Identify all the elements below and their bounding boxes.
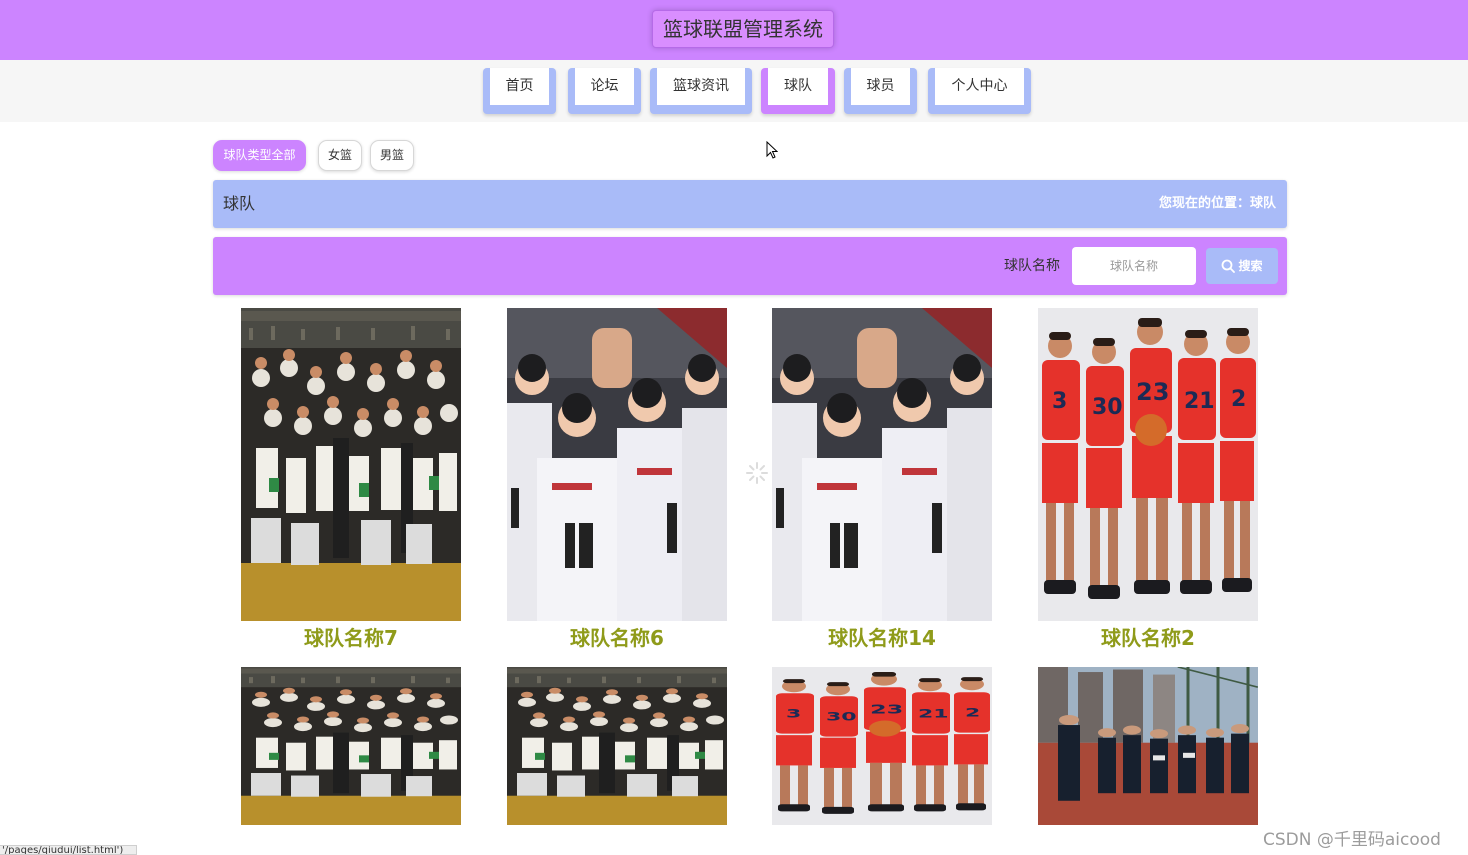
team-name[interactable]: 球队名称6	[507, 622, 727, 651]
team-photo[interactable]	[241, 308, 461, 621]
team-name[interactable]: 球队名称2	[1038, 622, 1258, 651]
nav-item-label: 篮球资讯	[657, 68, 745, 105]
top-header: 篮球联盟管理系统	[0, 0, 1468, 60]
breadcrumb-location: 您现在的位置：球队	[1158, 196, 1276, 211]
team-name[interactable]: 球队名称14	[772, 622, 992, 651]
search-label: 球队名称	[1004, 258, 1060, 274]
site-title: 篮球联盟管理系统	[652, 10, 834, 48]
nav-item-label: 个人中心	[935, 68, 1024, 105]
nav-item-label: 首页	[490, 68, 549, 105]
nav-item-home[interactable]: 首页	[483, 68, 556, 114]
page-title: 球队	[223, 194, 256, 213]
nav-item-forum[interactable]: 论坛	[568, 68, 641, 114]
nav-item-news[interactable]: 篮球资讯	[650, 68, 752, 114]
nav-item-label: 论坛	[575, 68, 634, 105]
search-button-label: 搜索	[1238, 259, 1263, 273]
search-bar: 球队名称 搜索	[213, 237, 1287, 295]
mouse-cursor-icon	[766, 141, 778, 159]
filter-chip-men[interactable]: 男篮	[370, 140, 414, 171]
watermark: CSDN @千里码aicood	[1263, 830, 1441, 850]
search-button[interactable]: 搜索	[1206, 248, 1278, 284]
team-photo[interactable]	[507, 667, 727, 825]
team-photo[interactable]	[772, 667, 992, 825]
nav-item-label: 球员	[851, 68, 910, 105]
team-photo[interactable]	[241, 667, 461, 825]
loading-spinner-icon	[746, 462, 768, 484]
filter-chip-women[interactable]: 女篮	[318, 140, 362, 171]
team-name[interactable]: 球队名称7	[241, 622, 461, 651]
filter-chip-all[interactable]: 球队类型全部	[213, 140, 306, 171]
team-photo[interactable]	[507, 308, 727, 621]
nav-item-players[interactable]: 球员	[844, 68, 917, 114]
team-photo[interactable]	[1038, 308, 1258, 621]
status-bar-url: '/pages/qiudui/list.html')	[0, 845, 137, 855]
nav-item-profile[interactable]: 个人中心	[928, 68, 1031, 114]
nav-item-teams[interactable]: 球队	[761, 68, 835, 114]
search-icon	[1222, 259, 1236, 273]
nav-item-label: 球队	[768, 68, 828, 105]
team-photo[interactable]	[1038, 667, 1258, 825]
breadcrumb: 球队 您现在的位置：球队	[213, 180, 1287, 228]
team-photo[interactable]	[772, 308, 992, 621]
search-input[interactable]	[1072, 247, 1196, 285]
